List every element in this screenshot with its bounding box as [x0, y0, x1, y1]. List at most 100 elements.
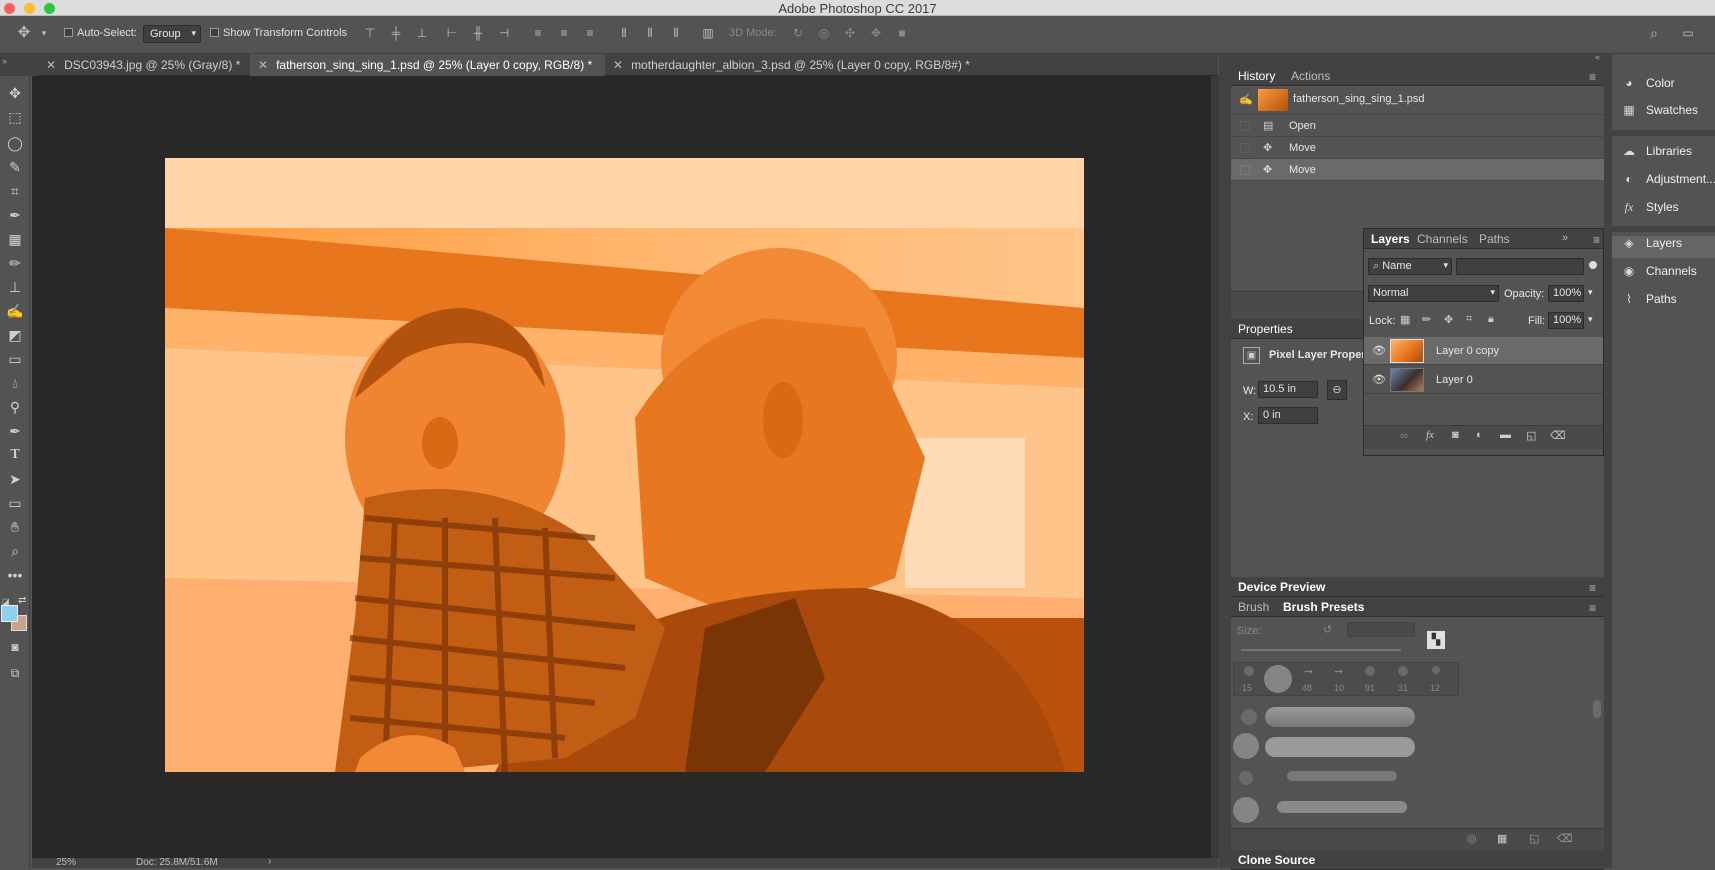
healing-brush-tool-icon[interactable]: ▦: [4, 228, 26, 250]
dock-layers[interactable]: ◈ Layers: [1612, 236, 1715, 258]
layer-row[interactable]: 👁︎ Layer 0: [1364, 366, 1603, 394]
brush-stroke-preview[interactable]: [1287, 771, 1397, 781]
history-item[interactable]: ✥ Move: [1231, 137, 1604, 159]
3d-scale-icon[interactable]: ■: [894, 25, 910, 41]
3d-slide-icon[interactable]: ✥: [868, 25, 884, 41]
workspace-icon[interactable]: ▭: [1680, 25, 1696, 41]
history-item-selected[interactable]: ✥ Move: [1231, 159, 1604, 181]
gradient-tool-icon[interactable]: ▭: [4, 348, 26, 370]
chevron-down-icon[interactable]: ▾: [1588, 314, 1593, 325]
zoom-tool-icon[interactable]: ⌕: [4, 540, 26, 562]
trash-icon[interactable]: ⌫: [1557, 832, 1573, 845]
close-icon[interactable]: ✕: [613, 58, 623, 72]
chevron-down-icon[interactable]: ▾: [36, 25, 52, 41]
layer-row-selected[interactable]: 👁︎ Layer 0 copy: [1364, 337, 1603, 365]
brush-tip[interactable]: [1244, 666, 1254, 676]
history-brush-tool-icon[interactable]: ✍: [4, 300, 26, 322]
eyedropper-tool-icon[interactable]: ✒: [4, 204, 26, 226]
align-left-icon[interactable]: ⊢: [444, 25, 460, 41]
marquee-tool-icon[interactable]: ⬚: [4, 106, 26, 128]
reset-size-icon[interactable]: ↺: [1323, 623, 1332, 636]
tab-device-preview[interactable]: Device Preview: [1238, 580, 1325, 594]
brush-tip[interactable]: [1398, 666, 1408, 676]
foreground-color-swatch[interactable]: [1, 605, 18, 622]
layer-name[interactable]: Layer 0: [1436, 374, 1473, 386]
layer-filter-dropdown[interactable]: ⌕ Name ▾: [1368, 258, 1452, 275]
tab-actions[interactable]: Actions: [1291, 69, 1330, 83]
dock-divider[interactable]: [1604, 54, 1612, 868]
align-horizontal-center-icon[interactable]: ╫: [470, 25, 486, 41]
history-item[interactable]: ▤ Open: [1231, 115, 1604, 137]
canvas-vertical-scrollbar[interactable]: [1211, 76, 1219, 858]
screen-mode-icon[interactable]: ⧉: [4, 662, 26, 684]
tab-document-3[interactable]: ✕ motherdaughter_albion_3.psd @ 25% (Laye…: [605, 54, 1015, 76]
brush-tip[interactable]: [1233, 733, 1259, 759]
tab-layers[interactable]: Layers: [1371, 232, 1410, 246]
zoom-level[interactable]: 25%: [56, 857, 76, 868]
brush-tip[interactable]: ➙: [1304, 665, 1313, 678]
close-icon[interactable]: ✕: [46, 58, 56, 72]
adjustment-layer-icon[interactable]: ◐: [1476, 429, 1483, 441]
dock-styles[interactable]: fx Styles: [1620, 200, 1715, 222]
panel-menu-icon[interactable]: ≡: [1589, 601, 1596, 615]
size-field[interactable]: [1347, 622, 1415, 637]
distribute-top-icon[interactable]: ≡: [530, 25, 546, 41]
auto-align-icon[interactable]: ▥: [700, 25, 716, 41]
dock-swatches[interactable]: ▦ Swatches: [1620, 103, 1715, 125]
crop-tool-icon[interactable]: ⌗: [4, 180, 26, 202]
brush-stroke-preview[interactable]: [1265, 737, 1415, 757]
panel-menu-icon[interactable]: ≡: [1593, 233, 1600, 247]
layer-filter-search[interactable]: [1456, 258, 1584, 275]
quick-mask-icon[interactable]: ◙: [4, 636, 26, 658]
tab-brush[interactable]: Brush: [1238, 600, 1269, 614]
panel-menu-icon[interactable]: ≡: [1589, 581, 1596, 595]
dock-paths[interactable]: ⌇ Paths: [1620, 292, 1715, 314]
auto-select-checkbox[interactable]: Auto-Select:: [64, 27, 137, 39]
brush-panel-icon[interactable]: ▦: [1497, 832, 1507, 845]
distribute-bottom-icon[interactable]: ≡: [582, 25, 598, 41]
dock-libraries[interactable]: ☁ Libraries: [1620, 144, 1715, 166]
brush-tip[interactable]: [1241, 709, 1257, 725]
collapse-toolbar-icon[interactable]: »: [2, 56, 7, 66]
new-layer-icon[interactable]: ◱: [1526, 429, 1536, 442]
distribute-hcenter-icon[interactable]: ⦀: [642, 25, 658, 41]
brush-tool-icon[interactable]: ✏: [4, 252, 26, 274]
hand-tool-icon[interactable]: ✋︎: [4, 516, 26, 538]
lock-all-icon[interactable]: 🔒︎: [1488, 313, 1494, 326]
lock-transparent-icon[interactable]: ▦: [1400, 313, 1410, 326]
new-preset-icon[interactable]: ◱: [1529, 832, 1539, 845]
tab-paths[interactable]: Paths: [1479, 232, 1510, 246]
brush-stroke-preview[interactable]: [1265, 707, 1415, 727]
eye-icon[interactable]: 👁︎: [1372, 344, 1386, 357]
3d-rotate-icon[interactable]: ↻: [790, 25, 806, 41]
move-tool-icon[interactable]: ✥: [4, 82, 26, 104]
path-selection-tool-icon[interactable]: ➤: [4, 468, 26, 490]
fill-field[interactable]: 100%: [1548, 312, 1584, 329]
tab-brush-presets[interactable]: Brush Presets: [1283, 600, 1364, 614]
collapse-panels-icon[interactable]: «: [1595, 52, 1600, 62]
tab-document-1[interactable]: ✕ DSC03943.jpg @ 25% (Gray/8) *: [38, 54, 250, 76]
history-snapshot[interactable]: ✍ fatherson_sing_sing_1.psd: [1231, 86, 1604, 115]
add-mask-icon[interactable]: ◙: [1452, 429, 1459, 441]
panel-menu-icon[interactable]: ≡: [1589, 70, 1596, 84]
swap-colors-icon[interactable]: ⇄: [18, 595, 26, 606]
dock-channels[interactable]: ◉ Channels: [1620, 264, 1715, 286]
toggle-brush-view-icon[interactable]: ◎: [1467, 832, 1477, 845]
collapse-icon[interactable]: »: [1562, 232, 1568, 244]
brush-panel-toggle-icon[interactable]: ▚: [1427, 631, 1445, 649]
size-slider[interactable]: [1241, 649, 1401, 651]
x-field[interactable]: 0 in: [1258, 407, 1318, 424]
trash-icon[interactable]: ⌫: [1550, 429, 1566, 442]
brush-tip[interactable]: [1233, 797, 1259, 823]
3d-pan-icon[interactable]: ✣: [842, 25, 858, 41]
blend-mode-dropdown[interactable]: Normal ▾: [1368, 285, 1499, 302]
align-bottom-icon[interactable]: ⊥: [414, 25, 430, 41]
dock-color[interactable]: ◕ Color: [1620, 76, 1715, 98]
history-source-checkbox[interactable]: [1240, 121, 1250, 131]
close-icon[interactable]: ✕: [258, 58, 268, 72]
tab-channels[interactable]: Channels: [1417, 232, 1468, 246]
blur-tool-icon[interactable]: 💧︎: [4, 372, 26, 394]
brush-presets-scrollbar[interactable]: [1593, 700, 1601, 718]
panel-divider[interactable]: [1219, 54, 1231, 868]
width-field[interactable]: 10.5 in: [1258, 381, 1318, 398]
